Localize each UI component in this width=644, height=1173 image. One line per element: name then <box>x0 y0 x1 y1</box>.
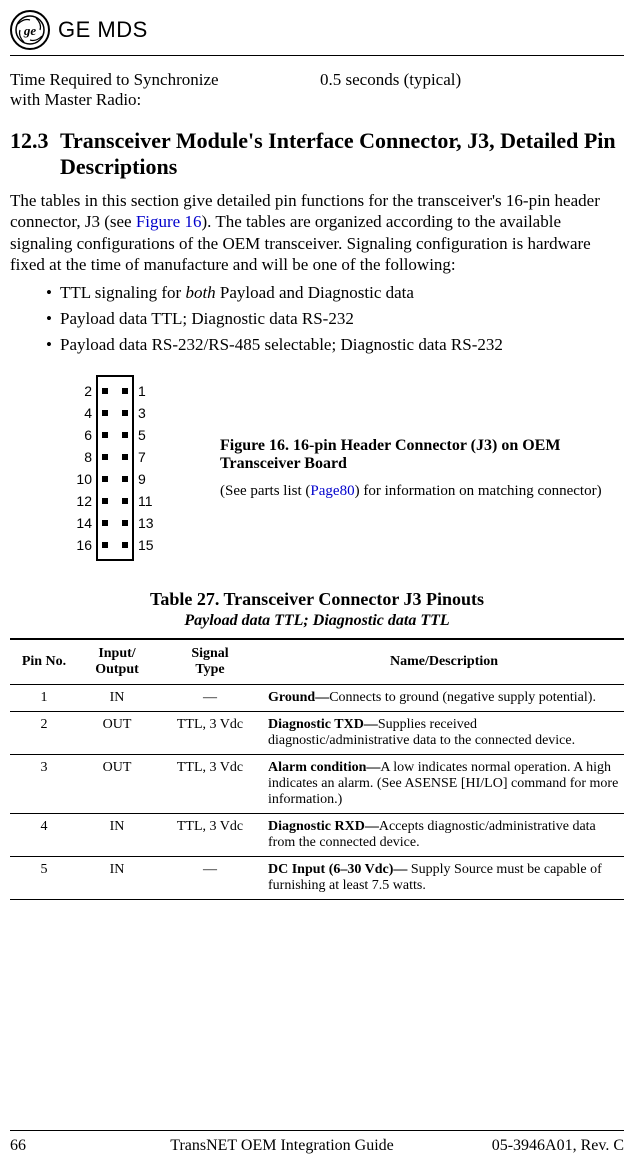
pin-9: 9 <box>138 468 158 490</box>
table-subtitle: Payload data TTL; Diagnostic data TTL <box>10 612 624 630</box>
svg-text:ge: ge <box>23 23 37 38</box>
figure-note-a: (See parts list ( <box>220 483 310 499</box>
bullet-list: TTL signaling for both Payload and Diagn… <box>10 283 624 355</box>
figure-link[interactable]: Figure 16 <box>136 212 202 231</box>
bullet-item-2: Payload data TTL; Diagnostic data RS-232 <box>46 309 624 329</box>
row-name: Diagnostic TXD— <box>268 717 378 732</box>
spec-label: Time Required to Synchronize with Master… <box>10 70 320 110</box>
section-number: 12.3 <box>10 128 60 180</box>
table-row: 1 IN — Ground—Connects to ground (negati… <box>10 685 624 712</box>
table-row: 4 IN TTL, 3 Vdc Diagnostic RXD—Accepts d… <box>10 814 624 857</box>
bullet1-italic: both <box>185 283 215 302</box>
pin-13: 13 <box>138 512 158 534</box>
pin-5: 5 <box>138 424 158 446</box>
pin-4: 4 <box>72 402 92 424</box>
table-row: 5 IN — DC Input (6–30 Vdc)— Supply Sourc… <box>10 857 624 900</box>
cell-desc: Diagnostic TXD—Supplies received diagnos… <box>264 712 624 755</box>
row-desc: Connects to ground (negative supply pote… <box>329 690 596 705</box>
figure-title: Figure 16. 16-pin Header Connector (J3) … <box>220 437 624 473</box>
cell-desc: DC Input (6–30 Vdc)— Supply Source must … <box>264 857 624 900</box>
cell-pin: 2 <box>10 712 78 755</box>
cell-sig: TTL, 3 Vdc <box>156 755 264 814</box>
cell-desc: Diagnostic RXD—Accepts diagnostic/admini… <box>264 814 624 857</box>
page-header: ge GE MDS <box>10 10 624 56</box>
pin-10: 10 <box>72 468 92 490</box>
spec-label-line1: Time Required to Synchronize <box>10 70 219 89</box>
cell-sig: — <box>156 857 264 900</box>
th-io: Input/ Output <box>78 639 156 685</box>
figure-row: 2 4 6 8 10 12 14 16 <box>10 375 624 561</box>
section-title: Transceiver Module's Interface Connector… <box>60 128 624 180</box>
cell-io: IN <box>78 857 156 900</box>
pin-2: 2 <box>72 380 92 402</box>
brand-mds: MDS <box>97 17 147 42</box>
cell-pin: 4 <box>10 814 78 857</box>
cell-pin: 1 <box>10 685 78 712</box>
bullet1-a: TTL signaling for <box>60 283 185 302</box>
cell-io: OUT <box>78 755 156 814</box>
pinout-table: Pin No. Input/ Output Signal Type Name/D… <box>10 638 624 900</box>
cell-sig: — <box>156 685 264 712</box>
cell-sig: TTL, 3 Vdc <box>156 814 264 857</box>
row-name: Alarm condition— <box>268 760 380 775</box>
pin-7: 7 <box>138 446 158 468</box>
intro-paragraph: The tables in this section give detailed… <box>10 190 624 275</box>
spec-label-line2: with Master Radio: <box>10 90 141 109</box>
connector-box <box>96 375 134 561</box>
cell-desc: Alarm condition—A low indicates normal o… <box>264 755 624 814</box>
cell-desc: Ground—Connects to ground (negative supp… <box>264 685 624 712</box>
cell-pin: 5 <box>10 857 78 900</box>
pin-11: 11 <box>138 490 158 512</box>
pin-numbers-right: 1 3 5 7 9 11 13 15 <box>138 380 158 556</box>
pin-15: 15 <box>138 534 158 556</box>
connector-diagram: 2 4 6 8 10 12 14 16 <box>10 375 220 561</box>
page-footer: 66 TransNET OEM Integration Guide 05-394… <box>10 1130 624 1155</box>
cell-io: IN <box>78 685 156 712</box>
brand-ge: GE <box>58 17 91 42</box>
cell-io: IN <box>78 814 156 857</box>
bullet-item-1: TTL signaling for both Payload and Diagn… <box>46 283 624 303</box>
figure-caption: Figure 16. 16-pin Header Connector (J3) … <box>220 437 624 500</box>
th-desc: Name/Description <box>264 639 624 685</box>
pin-12: 12 <box>72 490 92 512</box>
ge-logo-icon: ge <box>10 10 50 50</box>
pin-14: 14 <box>72 512 92 534</box>
pin-8: 8 <box>72 446 92 468</box>
row-name: DC Input (6–30 Vdc)— <box>268 862 411 877</box>
figure-note-b: ) for information on matching connector) <box>355 483 602 499</box>
row-name: Diagnostic RXD— <box>268 819 379 834</box>
pin-6: 6 <box>72 424 92 446</box>
th-sig: Signal Type <box>156 639 264 685</box>
row-name: Ground— <box>268 690 329 705</box>
pin-1: 1 <box>138 380 158 402</box>
page-link[interactable]: Page80 <box>310 483 354 499</box>
cell-sig: TTL, 3 Vdc <box>156 712 264 755</box>
pin-3: 3 <box>138 402 158 424</box>
page-number: 66 <box>10 1137 100 1155</box>
cell-io: OUT <box>78 712 156 755</box>
table-row: 3 OUT TTL, 3 Vdc Alarm condition—A low i… <box>10 755 624 814</box>
pin-numbers-left: 2 4 6 8 10 12 14 16 <box>72 380 92 556</box>
bullet1-b: Payload and Diagnostic data <box>216 283 414 302</box>
figure-note: (See parts list (Page80) for information… <box>220 483 624 500</box>
spec-row: Time Required to Synchronize with Master… <box>10 70 624 110</box>
section-heading: 12.3 Transceiver Module's Interface Conn… <box>10 128 624 180</box>
spec-value: 0.5 seconds (typical) <box>320 70 461 110</box>
doc-rev: 05-3946A01, Rev. C <box>464 1137 624 1155</box>
table-row: 2 OUT TTL, 3 Vdc Diagnostic TXD—Supplies… <box>10 712 624 755</box>
pin-16: 16 <box>72 534 92 556</box>
doc-title: TransNET OEM Integration Guide <box>100 1137 464 1155</box>
th-pin: Pin No. <box>10 639 78 685</box>
page: ge GE MDS Time Required to Synchronize w… <box>0 0 644 1173</box>
brand-text: GE MDS <box>58 17 148 43</box>
cell-pin: 3 <box>10 755 78 814</box>
table-title: Table 27. Transceiver Connector J3 Pinou… <box>10 589 624 610</box>
table-header-row: Pin No. Input/ Output Signal Type Name/D… <box>10 639 624 685</box>
bullet-item-3: Payload data RS-232/RS-485 selectable; D… <box>46 335 624 355</box>
